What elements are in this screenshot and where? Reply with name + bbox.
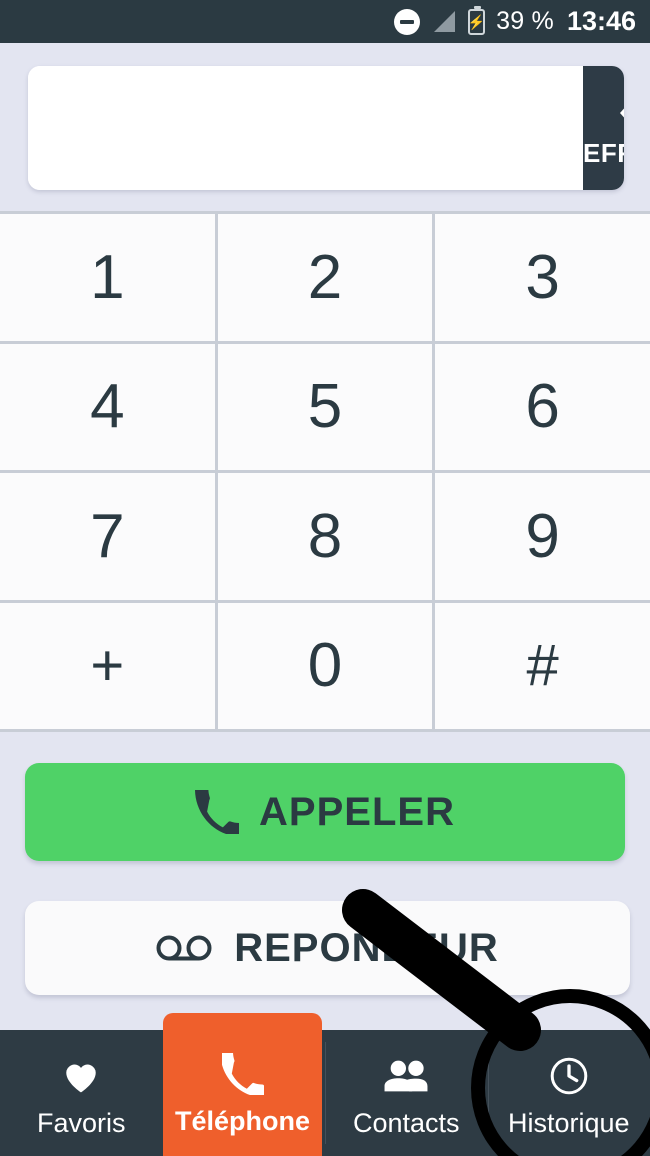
dial-keypad: 1 2 3 4 5 6 7 8 9 + 0 # [0,211,650,732]
key-8[interactable]: 8 [217,473,433,600]
key-3[interactable]: 3 [435,214,650,341]
key-1[interactable]: 1 [0,214,215,341]
voicemail-button[interactable]: REPONDEUR [25,901,630,995]
phone-dialer-screen: ⚡ 39 % 13:46 EFFACER 1 2 3 4 5 6 7 8 9 +… [0,0,650,1156]
key-9[interactable]: 9 [435,473,650,600]
nav-label-telephone: Téléphone [174,1106,310,1136]
phone-handset-icon [221,1052,264,1096]
nav-tab-telephone[interactable]: Téléphone [163,1013,322,1156]
phone-number-input[interactable] [28,66,583,190]
clear-button[interactable]: EFFACER [583,66,624,190]
clock-label: 13:46 [566,6,636,36]
nav-label-contacts: Contacts [352,1107,460,1138]
key-0[interactable]: 0 [217,602,433,729]
people-icon [383,1054,429,1098]
key-plus[interactable]: + [0,602,215,729]
signal-bars-icon [431,10,457,34]
nav-tab-contacts[interactable]: Contacts [325,1030,488,1156]
do-not-disturb-icon [394,8,421,35]
phone-handset-icon [195,790,240,834]
key-6[interactable]: 6 [435,343,650,470]
battery-percent-label: 39 % [496,7,554,35]
key-7[interactable]: 7 [0,473,215,600]
key-5[interactable]: 5 [217,343,433,470]
backspace-icon [620,108,624,118]
nav-tab-historique[interactable]: Historique [487,1030,650,1156]
clock-icon [548,1054,590,1098]
number-field-row: EFFACER [28,66,624,190]
key-2[interactable]: 2 [217,214,433,341]
nav-label-historique: Historique [507,1107,630,1138]
status-bar: ⚡ 39 % 13:46 [0,0,650,43]
bottom-navigation: Favoris Contacts Historique Téléphone [0,1013,650,1156]
call-button[interactable]: APPELER [25,763,625,861]
heart-icon [61,1054,101,1098]
nav-tab-favoris[interactable]: Favoris [0,1030,163,1156]
voicemail-icon [156,935,212,961]
key-hash[interactable]: # [435,602,650,729]
clear-button-label: EFFACER [583,138,624,168]
call-button-label: APPELER [259,789,455,834]
nav-label-favoris: Favoris [36,1107,126,1138]
key-4[interactable]: 4 [0,343,215,470]
voicemail-button-label: REPONDEUR [234,925,499,970]
battery-charging-icon: ⚡ [468,5,485,35]
